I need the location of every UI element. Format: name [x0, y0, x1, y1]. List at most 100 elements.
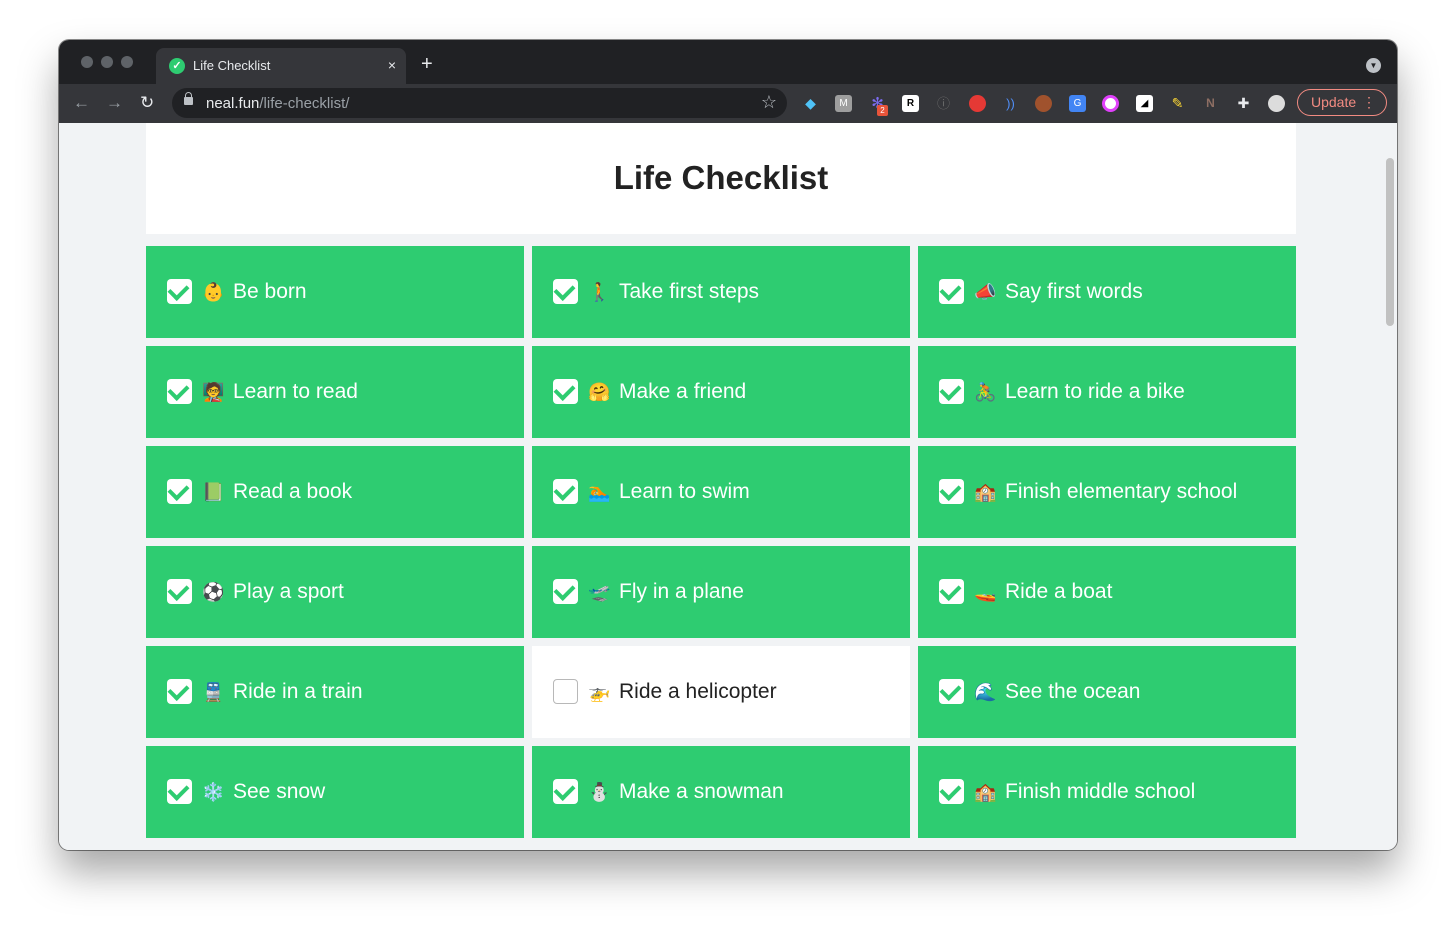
zoom-window-button[interactable] — [121, 56, 133, 68]
checklist-item[interactable]: 🚆 Ride in a train — [146, 646, 524, 738]
tab-search-icon[interactable]: ▼ — [1366, 58, 1381, 73]
checked-checkbox[interactable] — [553, 579, 578, 604]
forward-icon[interactable]: → — [106, 93, 123, 113]
tab-life-checklist[interactable]: ✓ Life Checklist × — [156, 48, 406, 84]
wave-extension-icon[interactable]: )) — [1002, 95, 1019, 112]
update-button[interactable]: Update ⋮ — [1297, 89, 1387, 116]
color-picker-extension-icon[interactable] — [1102, 95, 1119, 112]
item-label: Learn to read — [233, 380, 358, 403]
checklist-item[interactable]: 🛫 Fly in a plane — [532, 546, 910, 638]
item-emoji-icon: 🛫 — [588, 582, 611, 602]
checklist-item[interactable]: ⛄ Make a snowman — [532, 746, 910, 838]
send-extension-icon[interactable]: ◢ — [1136, 95, 1153, 112]
translate-extension-icon[interactable]: G — [1069, 95, 1086, 112]
item-label: Play a sport — [233, 580, 344, 603]
m-extension-icon[interactable]: M — [835, 95, 852, 112]
checked-checkbox[interactable] — [939, 579, 964, 604]
checked-checkbox[interactable] — [553, 779, 578, 804]
close-window-button[interactable] — [81, 56, 93, 68]
back-icon[interactable]: ← — [73, 93, 90, 113]
more-menu-icon[interactable]: ⋮ — [1362, 90, 1376, 115]
header-card: Life Checklist — [146, 123, 1296, 234]
item-label: Be born — [233, 280, 307, 303]
checked-checkbox[interactable] — [167, 579, 192, 604]
checked-checkbox[interactable] — [939, 679, 964, 704]
checked-checkbox[interactable] — [167, 379, 192, 404]
item-label: Ride in a train — [233, 680, 363, 703]
address-bar[interactable]: neal.fun/life-checklist/ ☆ — [172, 88, 787, 118]
item-emoji-icon: 👶 — [202, 282, 225, 302]
monkey-extension-icon[interactable] — [1035, 95, 1052, 112]
checked-checkbox[interactable] — [167, 279, 192, 304]
item-label: Say first words — [1005, 280, 1143, 303]
item-emoji-icon: 🏫 — [974, 482, 997, 502]
checklist-item[interactable]: 📗 Read a book — [146, 446, 524, 538]
checked-checkbox[interactable] — [553, 279, 578, 304]
checklist-item[interactable]: 🏊 Learn to swim — [532, 446, 910, 538]
checklist-item[interactable]: 🌊 See the ocean — [918, 646, 1296, 738]
checkmark-icon — [167, 479, 190, 501]
bookmark-star-icon[interactable]: ☆ — [761, 92, 777, 113]
checklist-item[interactable]: 📣 Say first words — [918, 246, 1296, 338]
highlighter-extension-icon[interactable]: ✎ — [1169, 95, 1186, 112]
page-content: Life Checklist 👶 Be born 🚶 Take first steps… — [59, 123, 1397, 850]
checkmark-icon — [167, 279, 190, 301]
lock-icon[interactable] — [184, 92, 193, 105]
checkmark-icon — [939, 279, 962, 301]
checklist-item[interactable]: 🚴 Learn to ride a bike — [918, 346, 1296, 438]
checked-checkbox[interactable] — [939, 379, 964, 404]
item-label: Fly in a plane — [619, 580, 744, 603]
item-label: Make a snowman — [619, 780, 784, 803]
checked-checkbox[interactable] — [167, 779, 192, 804]
item-label: Learn to ride a bike — [1005, 380, 1185, 403]
item-emoji-icon: 🏊 — [588, 482, 611, 502]
checklist-item[interactable]: 🚶 Take first steps — [532, 246, 910, 338]
tab-strip: ✓ Life Checklist × + ▼ — [59, 40, 1397, 84]
item-emoji-icon: ⛄ — [588, 782, 611, 802]
checklist-item[interactable]: 👶 Be born — [146, 246, 524, 338]
browser-toolbar: ← → ↻ neal.fun/life-checklist/ ☆ ◆ M ✻ 2… — [59, 84, 1397, 123]
checklist-item[interactable]: 🤗 Make a friend — [532, 346, 910, 438]
gem-extension-icon[interactable]: ◆ — [802, 95, 819, 112]
checked-checkbox[interactable] — [553, 379, 578, 404]
checkmark-icon — [167, 579, 190, 601]
item-emoji-icon: ❄️ — [202, 782, 225, 802]
item-label: See the ocean — [1005, 680, 1141, 703]
new-tab-button[interactable]: + — [421, 54, 433, 74]
checked-checkbox[interactable] — [167, 679, 192, 704]
item-emoji-icon: 📣 — [974, 282, 997, 302]
pokeball-extension-icon[interactable] — [969, 95, 986, 112]
info-extension-icon[interactable]: ⓘ — [935, 95, 952, 112]
checkmark-icon — [167, 779, 190, 801]
checked-checkbox[interactable] — [939, 779, 964, 804]
checklist-item[interactable]: ❄️ See snow — [146, 746, 524, 838]
item-emoji-icon: 🌊 — [974, 682, 997, 702]
n-extension-icon[interactable]: N — [1202, 95, 1219, 112]
checklist-item[interactable]: 🏫 Finish elementary school — [918, 446, 1296, 538]
checklist-item[interactable]: 🏫 Finish middle school — [918, 746, 1296, 838]
item-label: Finish middle school — [1005, 780, 1196, 803]
checked-checkbox[interactable] — [167, 479, 192, 504]
vertical-scrollbar[interactable] — [1386, 158, 1394, 326]
url-text[interactable]: neal.fun/life-checklist/ — [206, 95, 349, 112]
item-emoji-icon: 🏫 — [974, 782, 997, 802]
profile-avatar[interactable] — [1268, 95, 1285, 112]
checked-checkbox[interactable] — [553, 479, 578, 504]
item-emoji-icon: 🚆 — [202, 682, 225, 702]
unchecked-checkbox[interactable] — [553, 679, 578, 704]
checklist-item[interactable]: 🧑‍🏫 Learn to read — [146, 346, 524, 438]
checkmark-icon — [939, 779, 962, 801]
checked-checkbox[interactable] — [939, 479, 964, 504]
item-label: See snow — [233, 780, 326, 803]
close-tab-icon[interactable]: × — [388, 56, 396, 74]
extensions-puzzle-icon[interactable]: ✚ — [1235, 95, 1252, 112]
checked-checkbox[interactable] — [939, 279, 964, 304]
minimize-window-button[interactable] — [101, 56, 113, 68]
reload-icon[interactable]: ↻ — [140, 93, 154, 113]
r-extension-icon[interactable]: R — [902, 95, 919, 112]
checklist-item[interactable]: ⚽ Play a sport — [146, 546, 524, 638]
checklist-item[interactable]: 🚤 Ride a boat — [918, 546, 1296, 638]
favicon-check-icon: ✓ — [169, 58, 185, 74]
checklist-grid: 👶 Be born 🚶 Take first steps 📣 Say first word… — [146, 246, 1296, 838]
checklist-item[interactable]: 🚁 Ride a helicopter — [532, 646, 910, 738]
